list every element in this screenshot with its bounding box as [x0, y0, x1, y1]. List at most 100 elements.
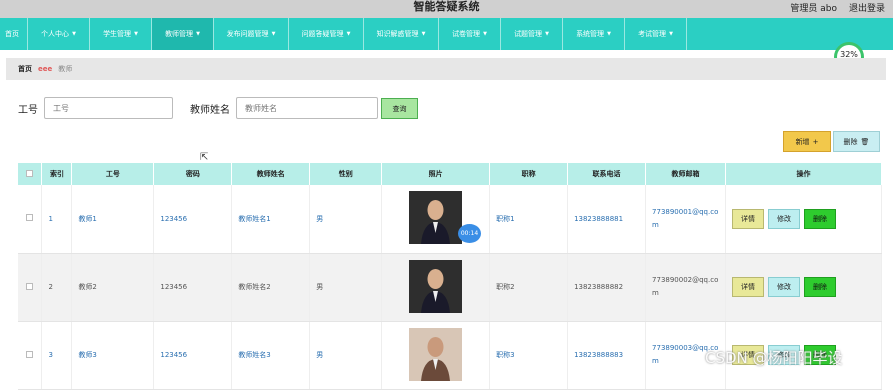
cell-email: 773890002@qq.com — [645, 253, 726, 322]
row-checkbox[interactable] — [26, 214, 34, 222]
teacher-id-input[interactable] — [44, 97, 173, 119]
chevron-down-icon: ▼ — [134, 31, 138, 37]
teacher-name-input[interactable] — [236, 97, 378, 119]
mouse-cursor-icon: ⇱ — [200, 152, 209, 163]
cell-gender: 男 — [309, 321, 383, 390]
add-button[interactable]: 新增 + — [783, 131, 831, 152]
column-header: 照片 — [381, 163, 491, 185]
row-select-cell — [18, 321, 43, 390]
chevron-down-icon: ▼ — [607, 31, 611, 37]
video-timer: 00:14 — [458, 224, 481, 243]
chevron-down-icon: ▼ — [72, 31, 76, 37]
cell-name: 教师姓名1 — [231, 185, 311, 254]
row-checkbox[interactable] — [26, 282, 34, 290]
batch-delete-button[interactable]: 删除 🗑 — [833, 131, 880, 152]
search-button[interactable]: 查询 — [381, 98, 418, 119]
row-select-cell — [18, 185, 43, 254]
user-label: 管理员 abo — [790, 4, 837, 14]
cell-title: 职称3 — [489, 321, 569, 390]
nav-item-label: 试卷管理 — [452, 30, 481, 38]
nav-item-label: 发布问题管理 — [226, 30, 269, 38]
column-header: 教师邮箱 — [645, 163, 726, 185]
add-button-label: 新增 — [795, 137, 810, 146]
nav-item-10[interactable]: 考试管理 ▼ — [625, 18, 687, 50]
cell-index: 3 — [41, 321, 73, 390]
logout-link[interactable]: 退出登录 — [849, 1, 885, 14]
cell-id: 教师2 — [71, 253, 155, 322]
cell-operations: 详情 修改 删除 — [725, 253, 883, 322]
nav-item-label: 知识解惑管理 — [376, 30, 419, 38]
nav-item-7[interactable]: 试卷管理 ▼ — [439, 18, 501, 50]
teacher-photo — [409, 259, 463, 313]
cell-phone: 13823888881 — [567, 185, 647, 254]
cell-photo — [381, 185, 491, 254]
cell-index: 2 — [41, 253, 73, 322]
cell-name: 教师姓名3 — [231, 321, 311, 390]
cell-title: 职称1 — [489, 185, 569, 254]
edit-button[interactable]: 修改 — [767, 208, 800, 229]
nav-item-5[interactable]: 问题答疑管理 ▼ — [289, 18, 364, 50]
delete-button-label: 删除 — [843, 137, 858, 146]
row-delete-button[interactable]: 删除 — [803, 277, 836, 297]
chevron-down-icon: ▼ — [669, 31, 673, 37]
column-header: 工号 — [71, 163, 155, 185]
column-header: 职称 — [489, 163, 569, 185]
cell-phone: 13823888883 — [567, 321, 647, 390]
plus-icon: + — [812, 137, 819, 146]
row-actions: 详情 修改 删除 — [731, 277, 881, 297]
detail-button[interactable]: 详情 — [731, 277, 764, 297]
cell-photo — [381, 253, 491, 322]
teacher-photo — [409, 191, 463, 245]
chevron-down-icon: ▼ — [346, 31, 351, 37]
detail-button[interactable]: 详情 — [731, 208, 764, 229]
nav-item-6[interactable]: 知识解惑管理 ▼ — [364, 18, 439, 50]
teacher-name-label: 教师姓名 — [190, 104, 230, 116]
breadcrumb-home[interactable]: 首页 — [18, 64, 32, 74]
cell-title: 职称2 — [489, 253, 569, 322]
cell-gender: 男 — [309, 185, 383, 254]
cell-phone: 13823888882 — [567, 253, 647, 322]
cell-photo — [381, 321, 491, 390]
main-nav: 首页 个人中心 ▼ 学生管理 ▼ 教师管理 ▼ 发布问题管理 ▼ 问题答疑管理 ▼ 知识解惑管理 ▼ 试卷… — [0, 18, 893, 50]
cell-password: 123456 — [153, 321, 233, 390]
cell-operations: 详情 修改 删除 — [725, 185, 883, 254]
chevron-down-icon: ▼ — [483, 31, 487, 37]
column-header: 密码 — [153, 163, 233, 185]
nav-item-9[interactable]: 系统管理 ▼ — [563, 18, 625, 50]
nav-item-8[interactable]: 试题管理 ▼ — [501, 18, 563, 50]
row-checkbox[interactable] — [26, 350, 34, 358]
nav-item-label: 首页 — [5, 30, 19, 38]
column-header: 索引 — [41, 163, 73, 185]
edit-button[interactable]: 修改 — [767, 277, 800, 297]
cell-email: 773890001@qq.com — [645, 185, 726, 254]
cell-gender: 男 — [309, 253, 383, 322]
teacher-photo — [409, 327, 463, 381]
cell-password: 123456 — [153, 253, 233, 322]
column-header: 操作 — [725, 163, 883, 185]
chevron-down-icon: ▼ — [196, 31, 200, 37]
chevron-down-icon: ▼ — [271, 31, 276, 37]
nav-item-3[interactable]: 教师管理 ▼ — [152, 18, 214, 50]
nav-item-2[interactable]: 学生管理 ▼ — [90, 18, 152, 50]
cell-id: 教师3 — [71, 321, 155, 390]
nav-item-label: 试题管理 — [514, 30, 543, 38]
nav-item-label: 个人中心 — [41, 30, 70, 38]
select-all-header[interactable] — [18, 163, 43, 185]
watermark: CSDN @杨阳阳毕设 — [705, 349, 843, 367]
nav-item-4[interactable]: 发布问题管理 ▼ — [214, 18, 289, 50]
table-row: 1 教师1 123456 教师姓名1 男 职称1 13823888881 773890001@… — [18, 185, 883, 254]
search-bar: 工号 教师姓名 — [18, 97, 378, 119]
nav-item-1[interactable]: 个人中心 ▼ — [28, 18, 90, 50]
trash-icon: 🗑 — [860, 137, 870, 146]
row-actions: 详情 修改 删除 — [731, 208, 881, 229]
nav-item-0[interactable]: 首页 — [0, 18, 28, 50]
nav-item-label: 系统管理 — [576, 30, 605, 38]
row-select-cell — [18, 253, 43, 322]
breadcrumb: 首页 ееe 教师 — [6, 58, 886, 80]
select-all-checkbox[interactable] — [26, 169, 34, 177]
teacher-id-label: 工号 — [18, 104, 38, 116]
chevron-down-icon: ▼ — [421, 31, 426, 37]
column-header: 联系电话 — [567, 163, 647, 185]
row-delete-button[interactable]: 删除 — [803, 208, 836, 229]
nav-item-label: 教师管理 — [165, 30, 194, 38]
